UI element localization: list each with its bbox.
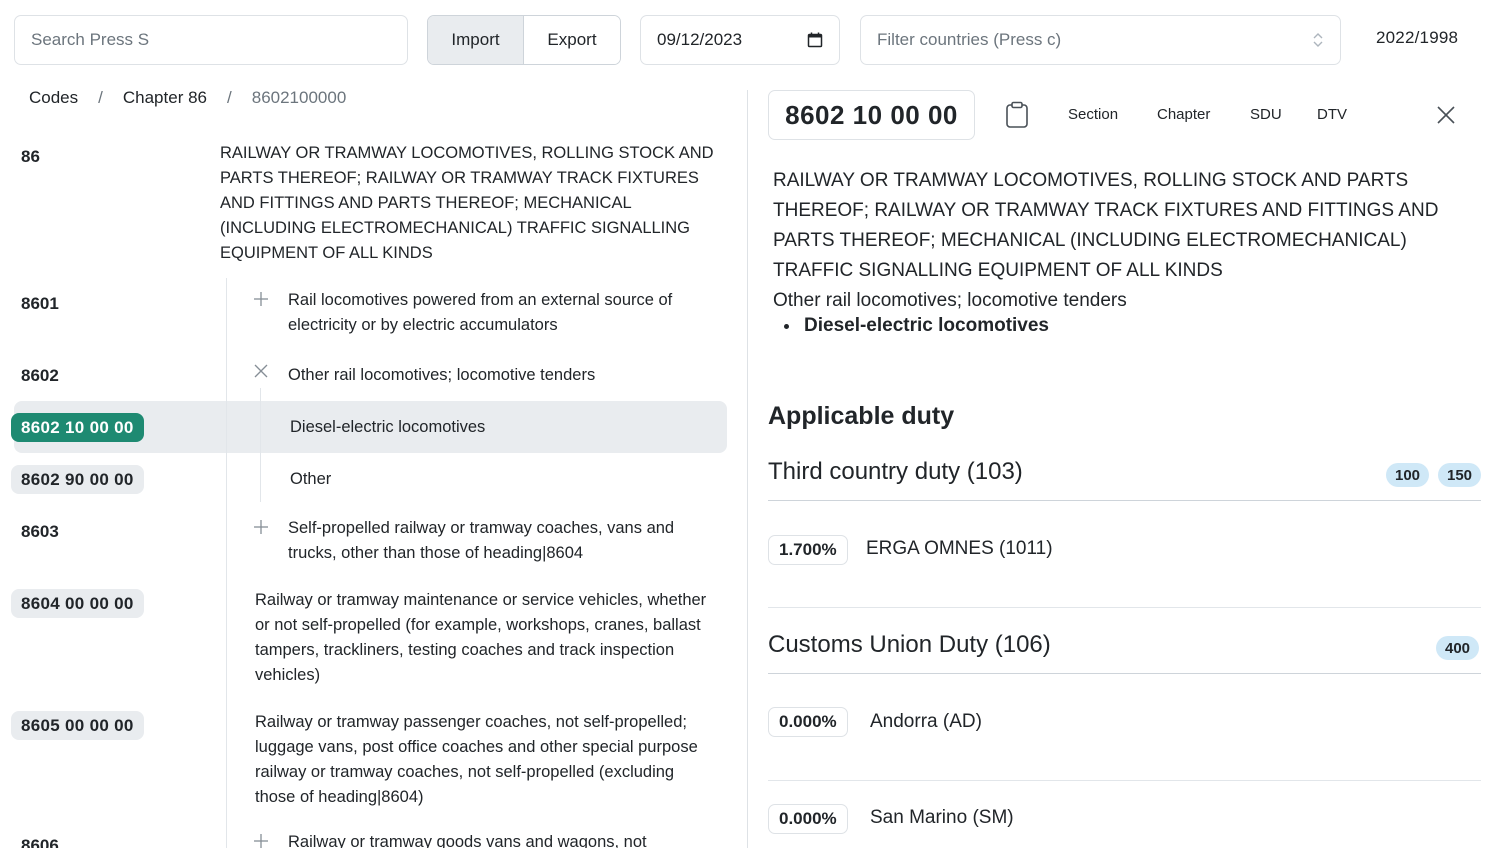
row-description: Other rail locomotives; locomotive tende… xyxy=(288,366,596,384)
footnote-badge[interactable]: 400 xyxy=(1436,636,1480,660)
close-icon[interactable] xyxy=(253,363,269,379)
duty-rate-badge: 0.000% xyxy=(768,707,848,737)
plus-icon[interactable] xyxy=(253,519,269,535)
breadcrumb-current: 8602100000 xyxy=(251,88,347,107)
item-description-text: Diesel-electric locomotives xyxy=(804,315,1049,336)
row-description: Railway or tramway goods vans and wagons… xyxy=(288,833,647,848)
date-input[interactable]: 09/12/2023 xyxy=(640,15,840,65)
item-description: Diesel-electric locomotives xyxy=(784,315,1049,337)
regulation-label: 2022/1998 xyxy=(1376,28,1459,47)
row-description: Railway or tramway passenger coaches, no… xyxy=(255,713,698,806)
row-description: Rail locomotives powered from an externa… xyxy=(288,291,673,334)
country-filter-select[interactable]: Filter countries (Press c) xyxy=(860,15,1341,65)
date-value: 09/12/2023 xyxy=(657,30,743,49)
search-input[interactable] xyxy=(14,15,408,65)
row-code: 8602 xyxy=(21,366,59,385)
tab-section[interactable]: Section xyxy=(1068,106,1118,123)
footnote-badge[interactable]: 150 xyxy=(1438,463,1482,487)
geo-area-label: ERGA OMNES (1011) xyxy=(866,538,1053,559)
panel-divider xyxy=(747,90,748,848)
breadcrumb-separator: / xyxy=(227,88,232,107)
tree-guide-line xyxy=(260,388,261,502)
clipboard-icon[interactable] xyxy=(1005,101,1029,129)
third-country-duty-title: Third country duty (103) xyxy=(768,458,1023,485)
row-code-badge: 8604 00 00 00 xyxy=(11,589,144,618)
chapter-description: RAILWAY OR TRAMWAY LOCOMOTIVES, ROLLING … xyxy=(773,170,1439,281)
section-divider xyxy=(768,500,1481,501)
import-export-toggle: Import Export xyxy=(427,15,621,65)
row-divider xyxy=(768,607,1481,608)
country-filter-placeholder: Filter countries (Press c) xyxy=(877,30,1062,49)
footnote-badge[interactable]: 100 xyxy=(1386,463,1430,487)
export-button[interactable]: Export xyxy=(524,16,620,64)
tab-chapter[interactable]: Chapter xyxy=(1157,106,1210,123)
chevron-up-down-icon xyxy=(1313,33,1323,47)
row-description: RAILWAY OR TRAMWAY LOCOMOTIVES, ROLLING … xyxy=(220,144,714,262)
row-divider xyxy=(768,780,1481,781)
calendar-icon[interactable] xyxy=(807,32,823,48)
section-divider xyxy=(768,673,1481,674)
customs-union-duty-title: Customs Union Duty (106) xyxy=(768,631,1051,658)
geo-area-label: San Marino (SM) xyxy=(870,807,1014,828)
row-code-badge: 8602 90 00 00 xyxy=(11,465,144,494)
row-code-badge: 8605 00 00 00 xyxy=(11,711,144,740)
bullet-icon xyxy=(784,323,789,329)
plus-icon[interactable] xyxy=(253,833,269,848)
geo-area-label: Andorra (AD) xyxy=(870,711,982,732)
breadcrumb: Codes / Chapter 86 / 8602100000 xyxy=(29,88,346,108)
detail-code: 8602 10 00 00 xyxy=(768,90,975,140)
row-code: 8603 xyxy=(21,522,59,541)
import-button[interactable]: Import xyxy=(428,16,524,64)
breadcrumb-separator: / xyxy=(98,88,103,107)
close-icon[interactable] xyxy=(1436,105,1456,125)
row-code: 8601 xyxy=(21,294,59,313)
row-description: Railway or tramway maintenance or servic… xyxy=(255,591,707,684)
row-description: Other xyxy=(290,470,332,488)
duty-rate-badge: 0.000% xyxy=(768,804,848,834)
row-description: Diesel-electric locomotives xyxy=(290,418,486,436)
applicable-duty-heading: Applicable duty xyxy=(768,402,955,430)
row-code: 86 xyxy=(21,147,40,166)
row-description: Self-propelled railway or tramway coache… xyxy=(288,519,675,562)
breadcrumb-codes[interactable]: Codes xyxy=(29,88,78,108)
breadcrumb-chapter[interactable]: Chapter 86 xyxy=(123,88,207,108)
row-code-badge: 8602 10 00 00 xyxy=(11,413,144,442)
tab-dtv[interactable]: DTV xyxy=(1317,106,1347,123)
tree-guide-line xyxy=(226,278,227,848)
row-code: 8606 xyxy=(21,836,59,848)
duty-rate-badge: 1.700% xyxy=(768,535,848,565)
heading-description: Other rail locomotives; locomotive tende… xyxy=(773,290,1127,311)
tab-sdu[interactable]: SDU xyxy=(1250,106,1282,123)
plus-icon[interactable] xyxy=(253,291,269,307)
